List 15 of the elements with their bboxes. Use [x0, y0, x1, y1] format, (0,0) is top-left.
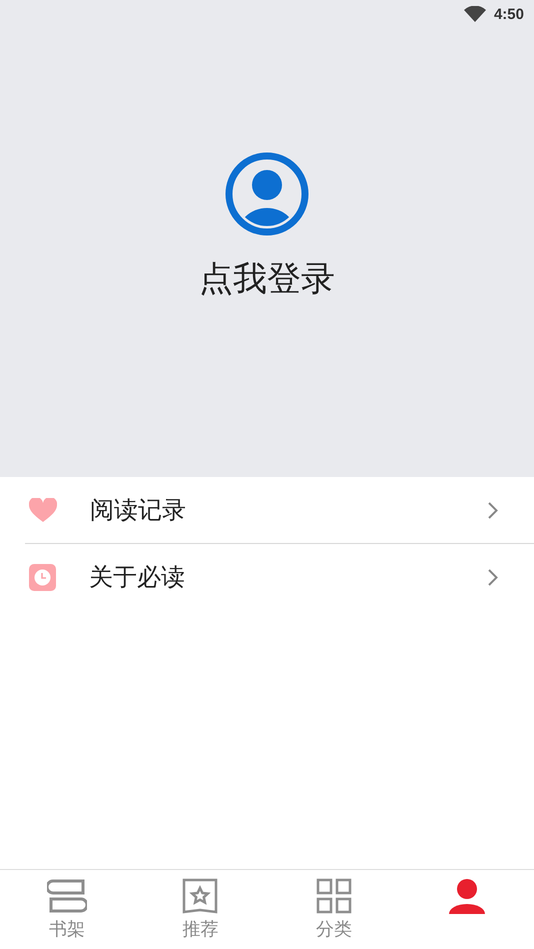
person-icon [447, 878, 488, 914]
chevron-icon [488, 502, 498, 518]
status-time: 4:50 [494, 6, 524, 22]
clock-icon [29, 564, 56, 590]
login-button[interactable]: 点我登录 [199, 256, 335, 302]
nav-tab[interactable]: 推荐 [134, 870, 267, 949]
chevron-icon [488, 568, 498, 586]
wifi-icon [464, 6, 486, 22]
shelf-icon [46, 878, 87, 914]
avatar-icon[interactable] [225, 152, 309, 236]
heart-icon [29, 498, 57, 522]
grid-icon [316, 878, 352, 914]
nav-tab[interactable]: 分类 [267, 870, 400, 949]
bookmark-star-icon [182, 878, 218, 914]
nav-tab[interactable]: 书架 [0, 870, 134, 949]
